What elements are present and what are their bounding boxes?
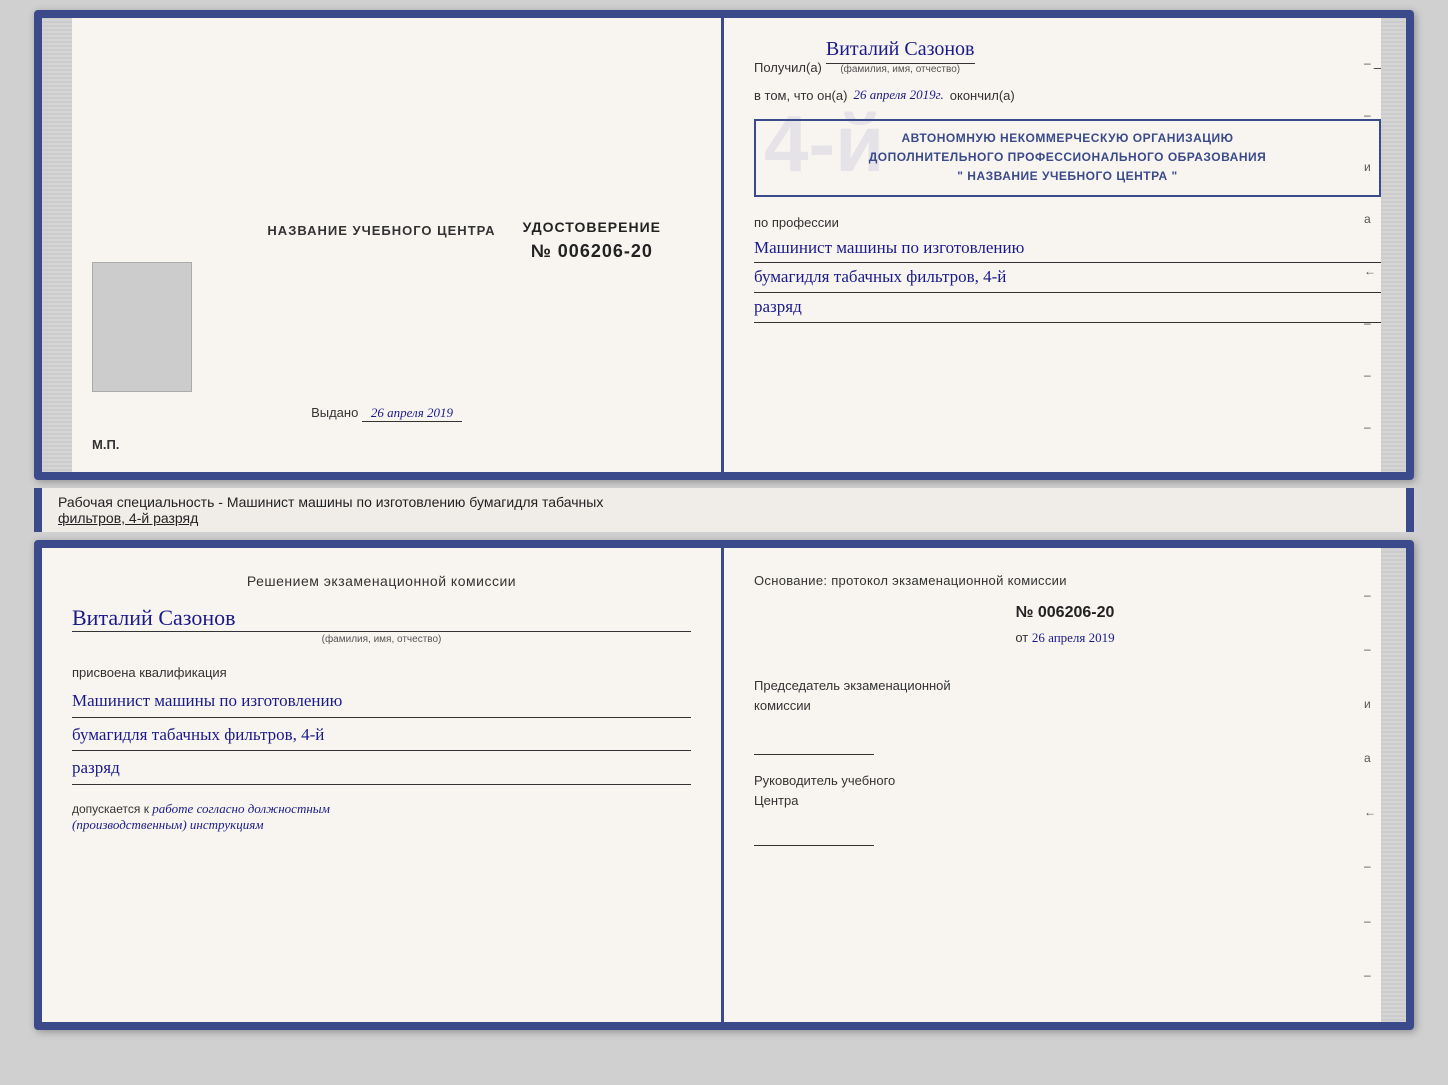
- protocol-number: № 006206-20: [754, 604, 1376, 622]
- decision-title: Решением экзаменационной комиссии: [72, 573, 691, 589]
- org-line2: ДОПОЛНИТЕЛЬНОГО ПРОФЕССИОНАЛЬНОГО ОБРАЗО…: [768, 148, 1367, 167]
- profession-line2: бумагидля табачных фильтров, 4-й: [754, 263, 1381, 293]
- bottom-right-page: Основание: протокол экзаменационной коми…: [724, 548, 1406, 1022]
- side-dashes-right: – – и а ← – – –: [1364, 18, 1376, 472]
- mp-label: М.П.: [92, 437, 119, 452]
- center-name-label: НАЗВАНИЕ УЧЕБНОГО ЦЕНТРА: [267, 223, 495, 238]
- name-sublabel: (фамилия, имя, отчество): [840, 64, 960, 75]
- date-value: 26 апреля 2019: [1032, 630, 1115, 645]
- photo-placeholder: [92, 262, 192, 392]
- chairman-label: Председатель экзаменационной комиссии: [754, 676, 1376, 715]
- cert-number: № 006206-20: [523, 241, 661, 262]
- qualification-line2: бумагидля табачных фильтров, 4-й: [72, 720, 691, 752]
- side-dashes-right-bottom: – – и а ← – – –: [1364, 548, 1376, 1022]
- description-text-before: Рабочая специальность - Машинист машины …: [58, 494, 603, 510]
- admitted-label: допускается к работе согласно должностны…: [72, 801, 691, 833]
- org-line1: АВТОНОМНУЮ НЕКОММЕРЧЕСКУЮ ОРГАНИЗАЦИЮ: [768, 129, 1367, 148]
- cert-issued: Выдано 26 апреля 2019: [92, 405, 681, 422]
- qualification-line1: Машинист машины по изготовлению: [72, 686, 691, 718]
- admitted-prefix: допускается к: [72, 802, 149, 816]
- bottom-document: Решением экзаменационной комиссии Витали…: [34, 540, 1414, 1030]
- director-label: Руководитель учебного Центра: [754, 771, 1376, 810]
- cert-title: УДОСТОВЕРЕНИЕ: [523, 219, 661, 235]
- chairman-block: Председатель экзаменационной комиссии: [754, 676, 1376, 771]
- left-binding-texture: [42, 18, 72, 472]
- admitted-text: работе согласно должностным: [152, 801, 330, 816]
- recipient-name: Виталий Сазонов: [826, 38, 975, 64]
- basis-label: Основание: протокол экзаменационной коми…: [754, 573, 1376, 588]
- chairman-label-text: Председатель экзаменационной комиссии: [754, 678, 951, 713]
- right-binding-texture-bottom: [1381, 548, 1406, 1022]
- finished-word: окончил(а): [950, 88, 1015, 103]
- person-name: Виталий Сазонов: [72, 605, 691, 632]
- received-prefix: Получил(а): [754, 60, 822, 75]
- profession-label: по профессии: [754, 215, 1381, 230]
- date-prefix: от: [1015, 630, 1028, 645]
- chairman-signature-line: [754, 735, 874, 755]
- issued-date: 26 апреля 2019: [362, 405, 462, 422]
- director-label-text: Руководитель учебного Центра: [754, 773, 895, 808]
- org-line3: " НАЗВАНИЕ УЧЕБНОГО ЦЕНТРА ": [768, 167, 1367, 186]
- name-sublabel-bottom: (фамилия, имя, отчество): [72, 634, 691, 645]
- top-document: НАЗВАНИЕ УЧЕБНОГО ЦЕНТРА УДОСТОВЕРЕНИЕ №…: [34, 10, 1414, 480]
- protocol-date: от 26 апреля 2019: [754, 630, 1376, 646]
- issued-label: Выдано: [311, 405, 358, 420]
- profession-line1: Машинист машины по изготовлению: [754, 234, 1381, 264]
- cert-title-block: УДОСТОВЕРЕНИЕ № 006206-20: [523, 219, 661, 262]
- bottom-left-page: Решением экзаменационной комиссии Витали…: [42, 548, 724, 1022]
- qualification-line3: разряд: [72, 753, 691, 785]
- description-text-underlined: фильтров, 4-й разряд: [58, 510, 198, 526]
- right-binding-texture: [1381, 18, 1406, 472]
- top-right-page: Получил(а) Виталий Сазонов (фамилия, имя…: [724, 18, 1406, 472]
- page-wrapper: НАЗВАНИЕ УЧЕБНОГО ЦЕНТРА УДОСТОВЕРЕНИЕ №…: [0, 0, 1448, 1085]
- top-left-page: НАЗВАНИЕ УЧЕБНОГО ЦЕНТРА УДОСТОВЕРЕНИЕ №…: [42, 18, 724, 472]
- org-stamp-box: АВТОНОМНУЮ НЕКОММЕРЧЕСКУЮ ОРГАНИЗАЦИЮ ДО…: [754, 119, 1381, 197]
- description-strip: Рабочая специальность - Машинист машины …: [34, 488, 1414, 532]
- admitted-text2: (производственным) инструкциям: [72, 817, 264, 832]
- received-line: Получил(а) Виталий Сазонов (фамилия, имя…: [754, 38, 1381, 75]
- name-block: Виталий Сазонов (фамилия, имя, отчество): [72, 605, 691, 645]
- director-signature-line: [754, 826, 874, 846]
- profession-line3: разряд: [754, 293, 1381, 323]
- qualification-label: присвоена квалификация: [72, 665, 691, 680]
